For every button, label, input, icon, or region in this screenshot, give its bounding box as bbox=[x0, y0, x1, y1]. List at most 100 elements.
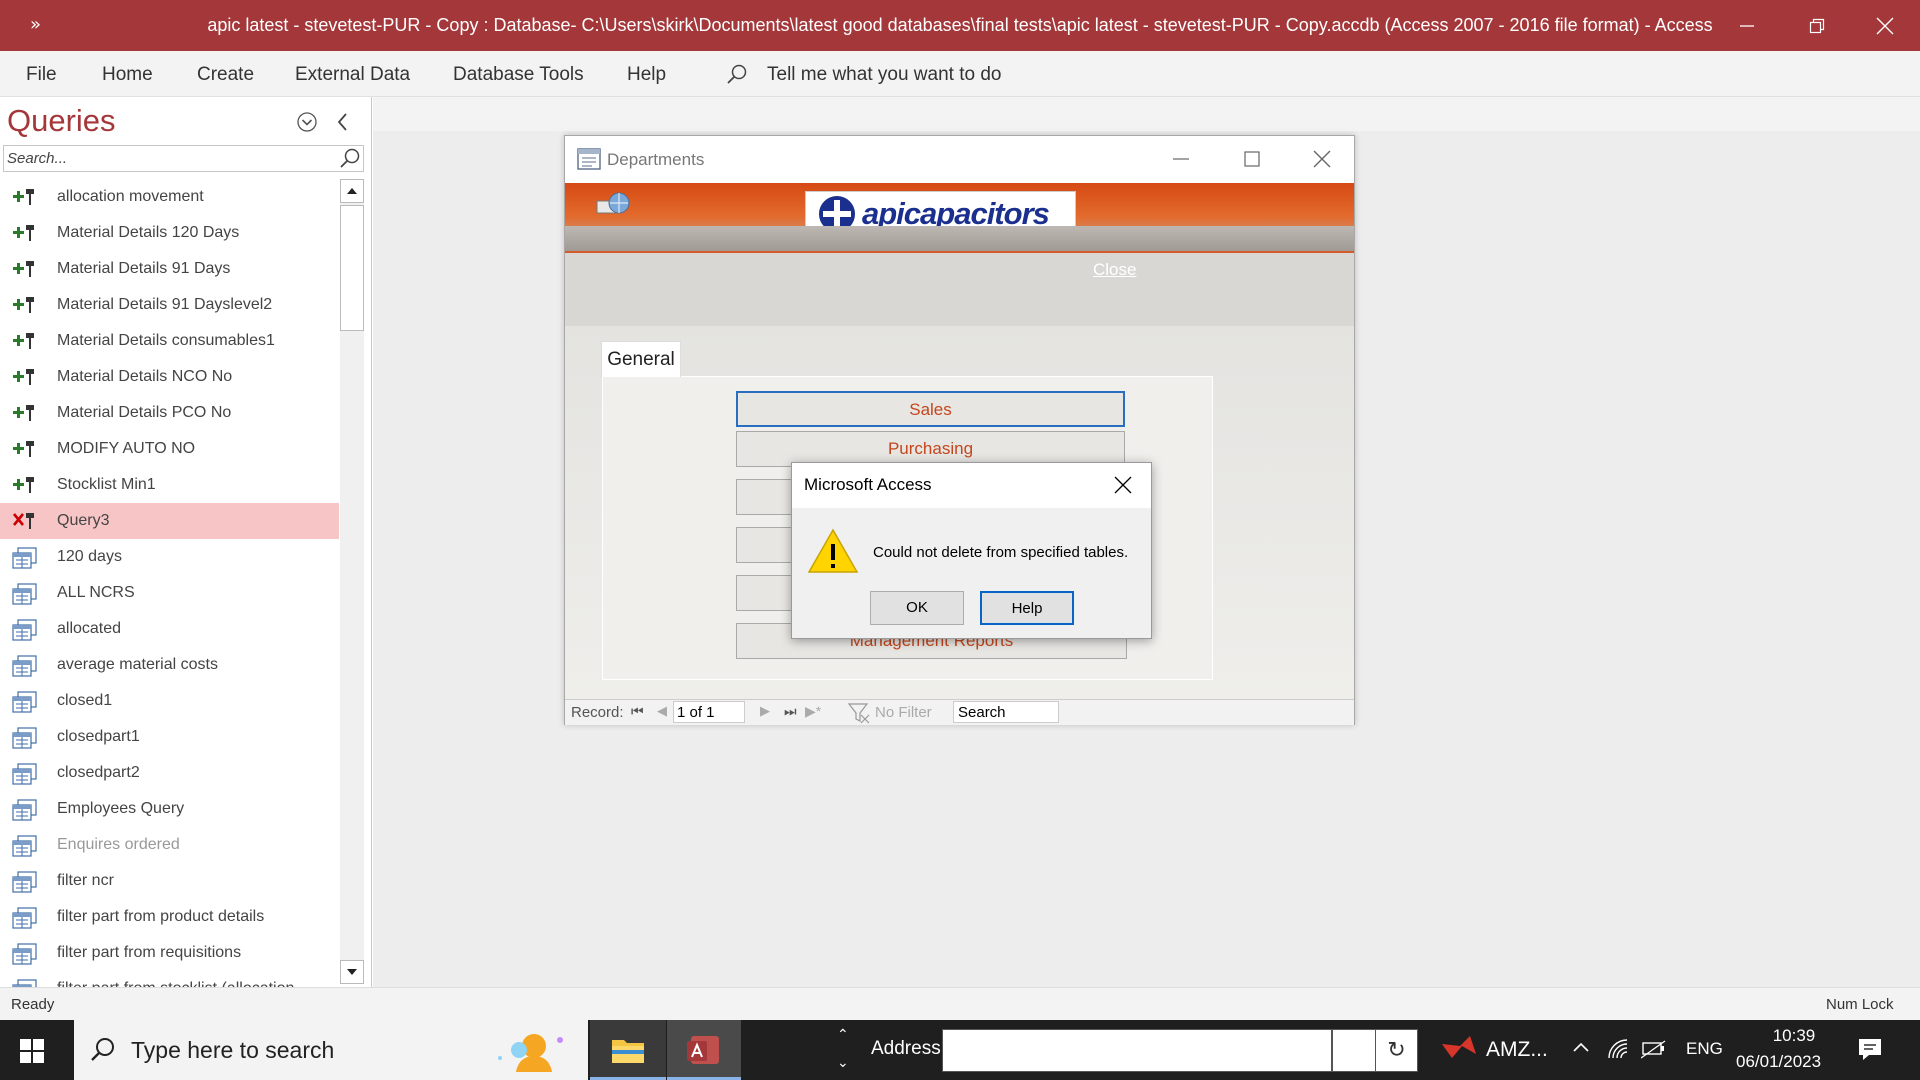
windows-start-icon[interactable] bbox=[20, 1039, 44, 1068]
query-name: Material Details consumables1 bbox=[57, 332, 275, 349]
battery-icon[interactable] bbox=[1641, 1039, 1667, 1059]
tab-help[interactable]: Help bbox=[627, 64, 666, 86]
query-list-item[interactable]: allocation movement bbox=[0, 179, 339, 215]
append-query-icon bbox=[12, 295, 38, 315]
tab-create[interactable]: Create bbox=[197, 64, 254, 86]
tab-external-data[interactable]: External Data bbox=[295, 64, 410, 86]
query-list-item[interactable]: Stocklist Min1 bbox=[0, 467, 339, 503]
filter-status[interactable]: No Filter bbox=[875, 704, 932, 721]
scroll-down-button[interactable] bbox=[340, 960, 364, 984]
current-record-box[interactable]: 1 of 1 bbox=[673, 701, 745, 723]
notifications-icon[interactable] bbox=[1857, 1036, 1883, 1064]
windows-taskbar: Type here to search ⌃ ⌄ Address ↻ AMZ...… bbox=[0, 1020, 1920, 1080]
query-list-item[interactable]: Employees Query bbox=[0, 791, 339, 827]
address-toolbar-label: Address bbox=[871, 1038, 941, 1059]
form-title-bar: Departments bbox=[565, 136, 1354, 183]
taskbar-search-box[interactable]: Type here to search bbox=[74, 1020, 588, 1080]
form-close-button[interactable] bbox=[1311, 148, 1333, 175]
query-list-item[interactable]: Material Details 120 Days bbox=[0, 215, 339, 251]
database-globe-icon bbox=[595, 191, 631, 226]
record-search-box[interactable]: Search bbox=[953, 701, 1059, 723]
nav-pane-header[interactable]: Queries bbox=[7, 103, 116, 139]
dialog-title: Microsoft Access bbox=[804, 475, 932, 494]
first-record-icon[interactable]: ⏮ bbox=[631, 703, 644, 720]
query-list-item[interactable]: closedpart1 bbox=[0, 719, 339, 755]
query-name: allocation movement bbox=[57, 188, 204, 205]
append-query-icon bbox=[12, 367, 38, 387]
query-list-item[interactable]: Material Details NCO No bbox=[0, 359, 339, 395]
nav-scrollbar[interactable] bbox=[340, 179, 364, 984]
nav-menu-dropdown-icon[interactable] bbox=[296, 111, 318, 138]
form-maximize-button[interactable] bbox=[1241, 148, 1263, 175]
scroll-thumb[interactable] bbox=[340, 205, 364, 331]
show-hidden-icons-chevron[interactable] bbox=[1571, 1037, 1591, 1062]
append-query-icon bbox=[12, 475, 38, 495]
record-label: Record: bbox=[571, 704, 624, 721]
query-list-item[interactable]: Query3 bbox=[0, 503, 339, 539]
query-list-item[interactable]: 120 days bbox=[0, 539, 339, 575]
query-list-item[interactable]: filter ncr bbox=[0, 863, 339, 899]
query-name: filter ncr bbox=[57, 872, 114, 889]
ok-button[interactable]: OK bbox=[870, 591, 964, 625]
select-query-icon bbox=[12, 835, 38, 857]
shutter-bar-collapse-icon[interactable] bbox=[335, 111, 351, 138]
query-name: closedpart1 bbox=[57, 728, 140, 745]
record-navigation-bar: Record: ⏮ ◀ 1 of 1 ▶ ⏭ ▶* No Filter Sear… bbox=[565, 699, 1354, 725]
tab-file[interactable]: File bbox=[26, 64, 57, 86]
tray-app-label[interactable]: AMZ... bbox=[1486, 1038, 1548, 1062]
query-list-item[interactable]: ALL NCRS bbox=[0, 575, 339, 611]
dialog-close-icon[interactable] bbox=[1113, 475, 1133, 500]
query-list-item[interactable]: filter part from product details bbox=[0, 899, 339, 935]
form-minimize-button[interactable] bbox=[1170, 148, 1192, 175]
tab-home[interactable]: Home bbox=[102, 64, 153, 86]
close-window-button[interactable] bbox=[1850, 0, 1920, 51]
taskbar-search-icon bbox=[91, 1038, 114, 1061]
language-indicator[interactable]: ENG bbox=[1686, 1039, 1723, 1059]
query-list-item[interactable]: Material Details consumables1 bbox=[0, 323, 339, 359]
filter-funnel-icon bbox=[847, 702, 873, 728]
refresh-icon[interactable]: ↻ bbox=[1375, 1029, 1418, 1072]
next-record-icon[interactable]: ▶ bbox=[760, 703, 770, 719]
minimize-button[interactable] bbox=[1712, 0, 1782, 51]
query-list-item[interactable]: average material costs bbox=[0, 647, 339, 683]
help-button[interactable]: Help bbox=[980, 591, 1074, 625]
select-query-icon bbox=[12, 655, 38, 677]
query-list-item[interactable]: closed1 bbox=[0, 683, 339, 719]
tab-general[interactable]: General bbox=[601, 341, 681, 377]
query-name: Material Details 120 Days bbox=[57, 224, 240, 241]
query-list-item[interactable]: Material Details 91 Dayslevel2 bbox=[0, 287, 339, 323]
amz-app-icon[interactable] bbox=[1440, 1036, 1478, 1064]
query-list-item[interactable]: closedpart2 bbox=[0, 755, 339, 791]
sales-button[interactable]: Sales bbox=[736, 391, 1125, 427]
last-record-icon[interactable]: ⏭ bbox=[784, 703, 797, 720]
nav-search-placeholder: Search... bbox=[7, 150, 68, 167]
quick-access-toolbar-expand[interactable]: » bbox=[30, 14, 41, 35]
clock-date[interactable]: 06/01/2023 bbox=[1736, 1052, 1821, 1072]
taskbar-file-explorer[interactable] bbox=[590, 1020, 666, 1080]
wifi-icon[interactable] bbox=[1607, 1038, 1631, 1060]
query-list-item[interactable]: filter part from requisitions bbox=[0, 935, 339, 971]
taskbar-access[interactable] bbox=[667, 1020, 741, 1080]
tab-database-tools[interactable]: Database Tools bbox=[453, 64, 584, 86]
query-list-item[interactable]: allocated bbox=[0, 611, 339, 647]
search-icon[interactable] bbox=[338, 147, 362, 176]
query-list-item[interactable]: Material Details PCO No bbox=[0, 395, 339, 431]
query-name: Material Details 91 Days bbox=[57, 260, 231, 277]
lightbulb-search-icon[interactable] bbox=[725, 63, 749, 92]
query-list-item[interactable]: Enquires ordered bbox=[0, 827, 339, 863]
tell-me-box[interactable]: Tell me what you want to do bbox=[767, 64, 1001, 86]
toolbar-scroll-down-icon[interactable]: ⌄ bbox=[837, 1054, 849, 1071]
close-form-link[interactable]: Close bbox=[1093, 260, 1136, 280]
form-title: Departments bbox=[607, 150, 705, 169]
toolbar-scroll-up-icon[interactable]: ⌃ bbox=[837, 1026, 849, 1043]
address-input[interactable] bbox=[942, 1029, 1352, 1072]
query-list-item[interactable]: MODIFY AUTO NO bbox=[0, 431, 339, 467]
new-record-icon[interactable]: ▶* bbox=[805, 703, 821, 720]
nav-search-input[interactable]: Search... bbox=[3, 145, 364, 172]
restore-button[interactable] bbox=[1782, 0, 1852, 51]
query-name: filter part from requisitions bbox=[57, 944, 242, 961]
previous-record-icon[interactable]: ◀ bbox=[657, 703, 667, 719]
clock-time[interactable]: 10:39 bbox=[1760, 1026, 1828, 1046]
scroll-up-button[interactable] bbox=[340, 179, 364, 203]
query-list-item[interactable]: Material Details 91 Days bbox=[0, 251, 339, 287]
